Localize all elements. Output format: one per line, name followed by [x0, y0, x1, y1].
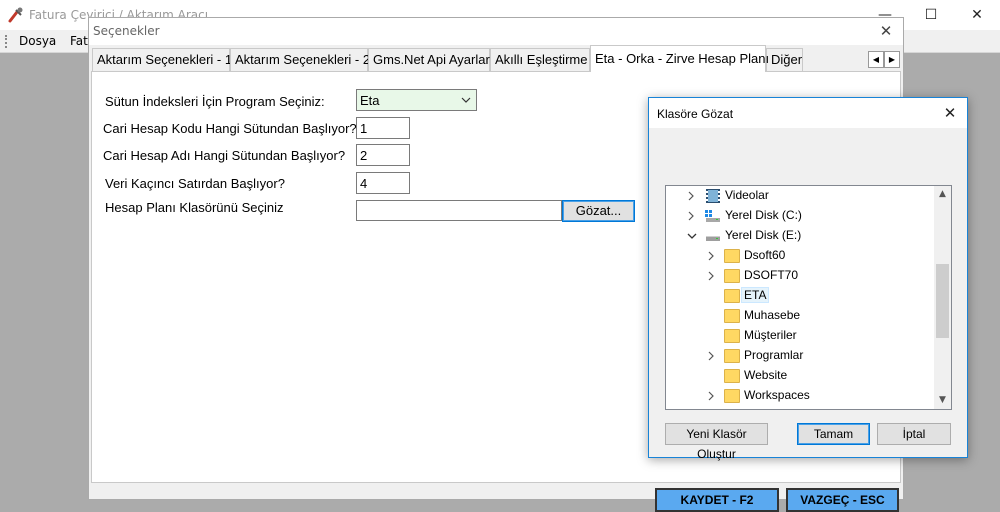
tab-akilli-eslestirme[interactable]: Akıllı Eşleştirme: [490, 48, 590, 71]
chevron-right-icon: [708, 271, 714, 281]
tab-gms-api[interactable]: Gms.Net Api Ayarları: [368, 48, 493, 71]
tree-item-dsoft60[interactable]: Dsoft60: [666, 246, 934, 266]
close-icon: ✕: [943, 104, 957, 122]
folder-browser-title-bar: Klasöre Gözat ✕: [649, 98, 967, 128]
tab-diger[interactable]: Diğer: [766, 48, 803, 71]
tree-item-label: Yerel Disk (C:): [725, 208, 802, 222]
scroll-thumb[interactable]: [936, 264, 949, 338]
close-button[interactable]: ✕: [954, 0, 1000, 30]
name-column-field[interactable]: 2: [356, 144, 410, 166]
tree-item-eta[interactable]: ETA: [666, 286, 934, 306]
start-row-label: Veri Kaçıncı Satırdan Başlıyor?: [105, 176, 285, 191]
tree-item-label: Programlar: [744, 348, 804, 362]
start-row-value: 4: [360, 176, 368, 191]
folder-browser-dialog: Klasöre Gözat ✕ Videolar Yerel Disk (C:)…: [648, 97, 968, 461]
tree-item-label: Yerel Disk (E:): [725, 228, 802, 242]
folder-browser-close-button[interactable]: ✕: [937, 101, 963, 125]
video-library-icon: [706, 189, 720, 203]
tab-aktarim-1[interactable]: Aktarım Seçenekleri - 1: [92, 48, 232, 71]
scroll-down-button[interactable]: ▼: [934, 392, 951, 409]
chevron-right-icon: [708, 251, 714, 261]
folder-icon: [724, 369, 740, 383]
tree-item-musteriler[interactable]: Müşteriler: [666, 326, 934, 346]
tab-strip: Aktarım Seçenekleri - 1 Aktarım Seçenekl…: [92, 45, 900, 72]
tree-item-workspaces[interactable]: Workspaces: [666, 386, 934, 406]
menu-dosya[interactable]: Dosya: [19, 34, 56, 48]
tree-item-label: Muhasebe: [744, 308, 801, 322]
chevron-right-icon: [688, 211, 694, 221]
arrow-left-icon: ◀: [872, 55, 880, 64]
program-select[interactable]: Eta: [356, 89, 477, 111]
tree-item-label: ETA: [741, 287, 770, 303]
folder-icon: [724, 389, 740, 403]
drive-icon: [705, 210, 720, 222]
name-column-value: 2: [360, 148, 368, 163]
folder-icon: [724, 309, 740, 323]
folder-icon: [724, 249, 740, 263]
code-column-value: 1: [360, 121, 368, 136]
arrow-right-icon: ▶: [888, 55, 896, 64]
menu-grip-icon: [5, 35, 7, 48]
browse-button[interactable]: Gözat...: [562, 200, 635, 222]
tree-item-muhasebe[interactable]: Muhasebe: [666, 306, 934, 326]
tree-item-label: Dsoft60: [744, 248, 786, 262]
tree-item-dsoft70[interactable]: DSOFT70: [666, 266, 934, 286]
tab-eta-orka-zirve[interactable]: Eta - Orka - Zirve Hesap Planı: [590, 45, 769, 72]
tree-item-label: Videolar: [725, 188, 769, 202]
tab-scroll-left-button[interactable]: ◀: [868, 51, 884, 68]
folder-tree[interactable]: Videolar Yerel Disk (C:) Yerel Disk (E:)…: [665, 185, 952, 410]
folder-label: Hesap Planı Klasörünü Seçiniz: [105, 200, 284, 215]
tree-item-label: Workspaces: [744, 388, 810, 402]
chevron-right-icon: [708, 351, 714, 361]
drive-icon: [706, 236, 720, 241]
cancel-button[interactable]: VAZGEÇ - ESC: [786, 488, 899, 512]
chevron-up-icon: ▲: [939, 189, 946, 199]
folder-browser-title: Klasöre Gözat: [657, 107, 734, 121]
close-icon: ✕: [879, 22, 893, 40]
start-row-field[interactable]: 4: [356, 172, 410, 194]
folder-icon: [724, 289, 740, 303]
tab-aktarim-2[interactable]: Aktarım Seçenekleri - 2: [230, 48, 370, 71]
options-title-bar: Seçenekler ✕: [89, 18, 903, 45]
folder-icon: [724, 329, 740, 343]
maximize-icon: ☐: [924, 7, 938, 23]
close-icon: ✕: [971, 7, 983, 23]
program-label: Sütun İndeksleri İçin Program Seçiniz:: [105, 94, 325, 109]
options-close-button[interactable]: ✕: [873, 19, 899, 43]
tree-scrollbar[interactable]: ▲ ▼: [934, 186, 951, 409]
code-column-field[interactable]: 1: [356, 117, 410, 139]
tree-item-website[interactable]: Website: [666, 366, 934, 386]
code-column-label: Cari Hesap Kodu Hangi Sütundan Başlıyor?: [103, 121, 357, 136]
tree-item-disk-e[interactable]: Yerel Disk (E:): [666, 226, 934, 246]
tree-item-programlar[interactable]: Programlar: [666, 346, 934, 366]
new-folder-button[interactable]: Yeni Klasör Oluştur: [665, 423, 768, 461]
save-button[interactable]: KAYDET - F2: [655, 488, 779, 512]
scroll-up-button[interactable]: ▲: [934, 186, 951, 203]
cancel-browse-button[interactable]: İptal: [877, 423, 951, 445]
chevron-down-icon: [461, 97, 471, 103]
options-title: Seçenekler: [93, 24, 160, 38]
tree-item-label: Müşteriler: [744, 328, 797, 342]
name-column-label: Cari Hesap Adı Hangi Sütundan Başlıyor?: [103, 148, 346, 163]
program-select-value: Eta: [360, 93, 380, 108]
chevron-down-icon: ▼: [939, 395, 946, 405]
tree-item-label: DSOFT70: [744, 268, 799, 282]
maximize-button[interactable]: ☐: [908, 0, 954, 30]
chevron-down-icon: [687, 233, 697, 239]
folder-icon: [724, 349, 740, 363]
chevron-right-icon: [708, 391, 714, 401]
tree-item-disk-c[interactable]: Yerel Disk (C:): [666, 206, 934, 226]
folder-icon: [724, 269, 740, 283]
tree-item-label: Website: [744, 368, 788, 382]
folder-path-field[interactable]: [356, 200, 562, 221]
app-icon: [8, 7, 23, 23]
tree-item-videolar[interactable]: Videolar: [666, 186, 934, 206]
chevron-right-icon: [688, 191, 694, 201]
ok-button[interactable]: Tamam: [797, 423, 870, 445]
menu-fatura[interactable]: Fat: [70, 34, 88, 48]
tab-scroll-right-button[interactable]: ▶: [884, 51, 900, 68]
